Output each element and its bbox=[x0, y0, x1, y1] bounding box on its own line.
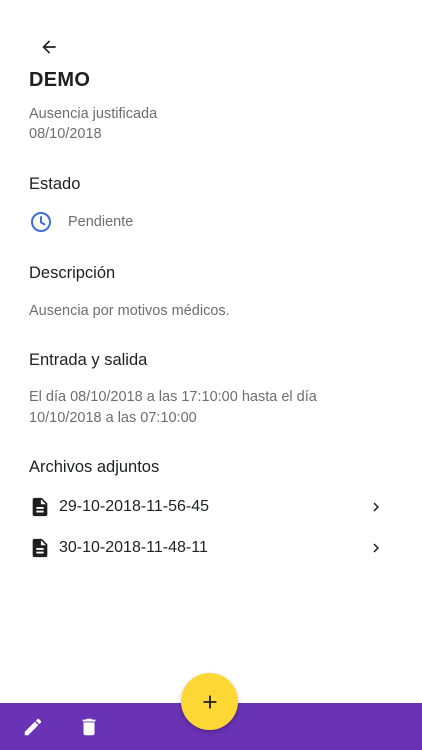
file-icon bbox=[32, 538, 48, 558]
attachments-heading: Archivos adjuntos bbox=[29, 458, 160, 476]
delete-button[interactable] bbox=[76, 714, 102, 740]
attachment-name: 29-10-2018-11-56-45 bbox=[59, 498, 210, 515]
description-text: Ausencia por motivos médicos. bbox=[29, 303, 230, 319]
edit-button[interactable] bbox=[20, 714, 46, 740]
file-icon bbox=[32, 497, 48, 517]
clock-icon bbox=[31, 212, 51, 232]
status-value: Pendiente bbox=[68, 214, 134, 230]
plus-icon bbox=[203, 695, 216, 708]
trash-icon bbox=[82, 718, 96, 736]
attachment-name: 30-10-2018-11-48-11 bbox=[59, 539, 208, 556]
entry-exit-text: El día 08/10/2018 a las 17:10:00 hasta e… bbox=[29, 389, 317, 426]
description-heading: Descripción bbox=[29, 264, 116, 282]
entry-exit-heading: Entrada y salida bbox=[29, 351, 148, 369]
page-title: DEMO bbox=[29, 69, 91, 91]
arrow-left-icon bbox=[42, 40, 56, 54]
pencil-icon bbox=[24, 718, 42, 736]
add-button[interactable] bbox=[181, 673, 238, 730]
chevron-right-icon bbox=[373, 502, 379, 512]
attachment-item[interactable]: 29-10-2018-11-56-45 bbox=[29, 492, 385, 522]
chevron-right-icon bbox=[373, 543, 379, 553]
absence-type: Ausencia justificada bbox=[29, 106, 158, 122]
status-row: Pendiente bbox=[29, 210, 133, 234]
attachment-item[interactable]: 30-10-2018-11-48-11 bbox=[29, 533, 385, 563]
status-heading: Estado bbox=[29, 175, 81, 193]
absence-date: 08/10/2018 bbox=[29, 126, 102, 142]
back-button[interactable] bbox=[34, 32, 64, 62]
